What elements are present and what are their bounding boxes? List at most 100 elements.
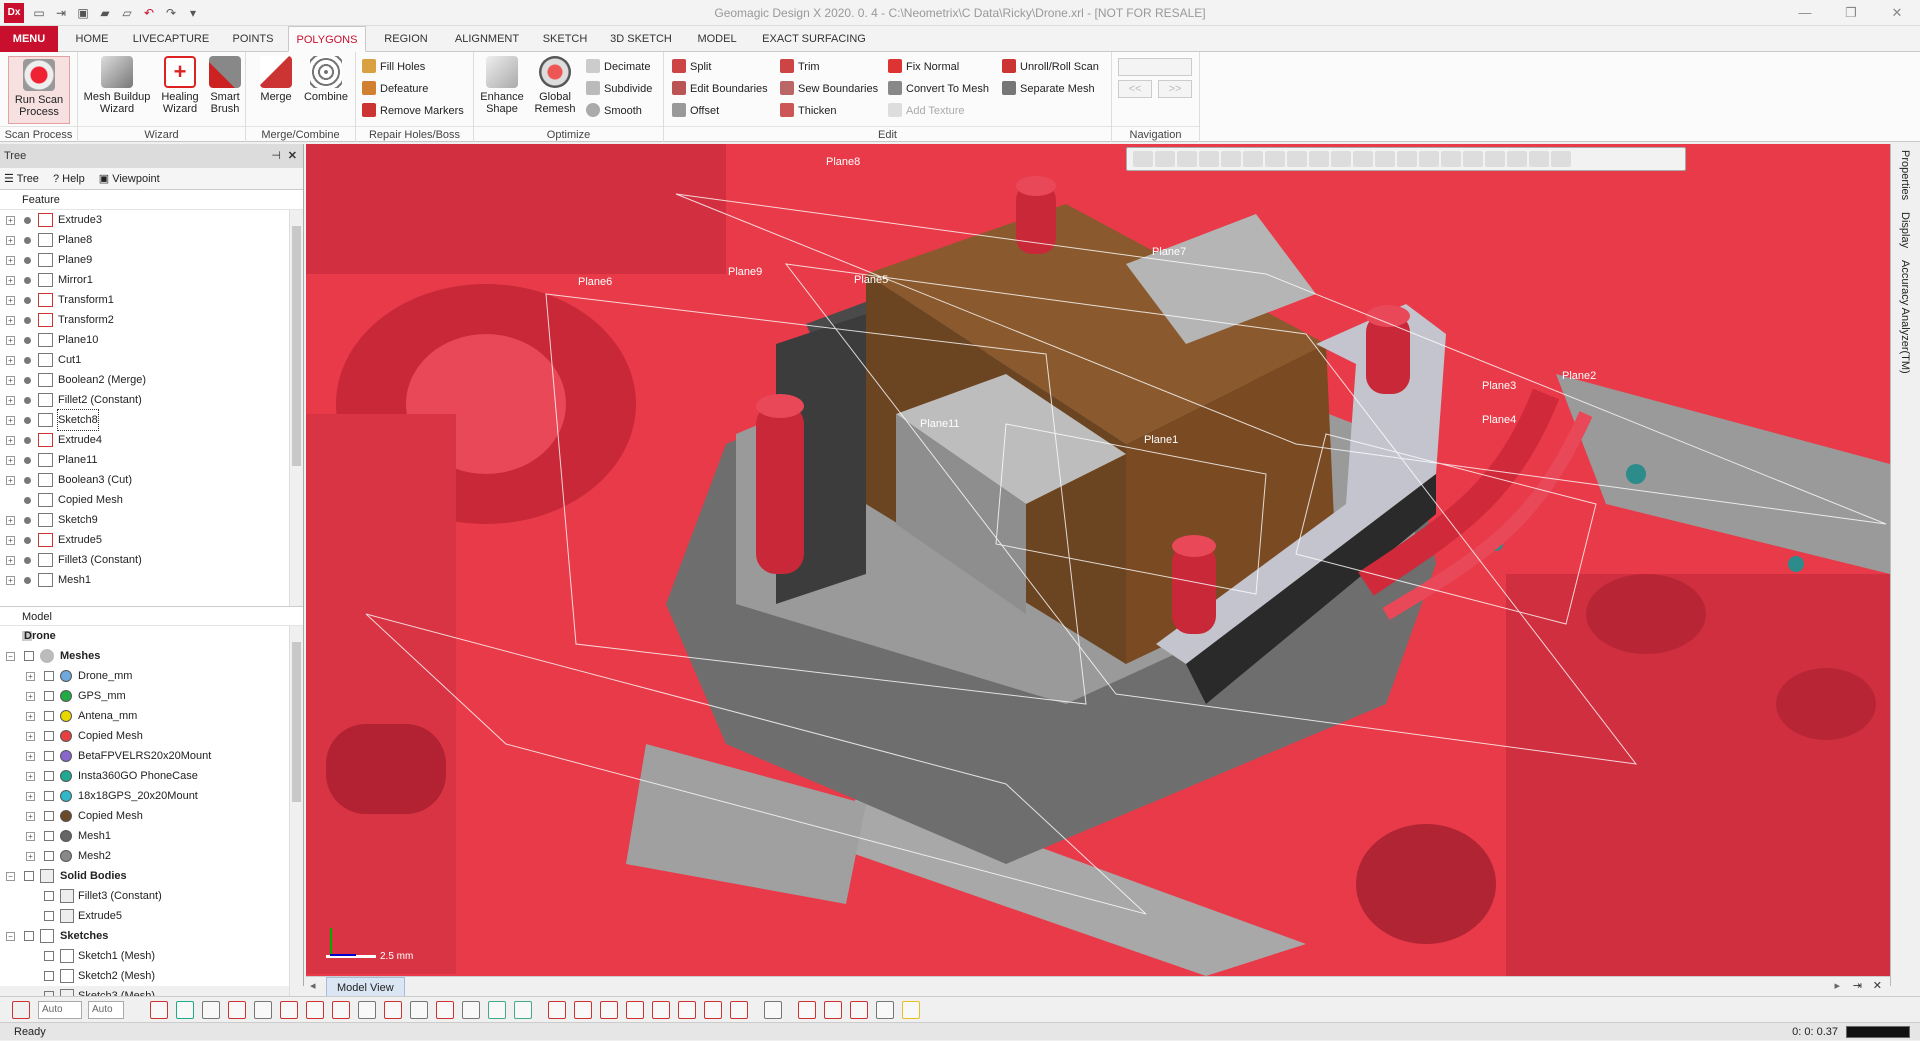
select-flood-icon[interactable] <box>1463 151 1483 167</box>
select-freehand-icon[interactable] <box>1419 151 1439 167</box>
close-icon[interactable]: ✕ <box>1874 0 1920 26</box>
mesh-row[interactable]: + Copied Mesh <box>0 806 303 826</box>
fit-view-icon[interactable] <box>730 1001 748 1019</box>
back-view-icon[interactable] <box>574 1001 592 1019</box>
visibility-icon[interactable] <box>24 257 31 264</box>
3d-viewport[interactable]: Plane8 Plane9 Plane6 Plane5 Plane7 Plane… <box>306 144 1890 976</box>
global-remesh-button[interactable]: Global Remesh <box>530 56 580 115</box>
visibility-icon[interactable] <box>24 377 31 384</box>
close-view-icon[interactable]: ✕ <box>1873 979 1882 992</box>
visibility-checkbox[interactable] <box>44 831 54 841</box>
new-icon[interactable]: ▭ <box>30 4 48 22</box>
visibility-checkbox[interactable] <box>44 851 54 861</box>
visibility-icon[interactable] <box>24 357 31 364</box>
tab-points[interactable]: POINTS <box>222 26 284 52</box>
tab-sketch[interactable]: SKETCH <box>534 26 596 52</box>
feature-row[interactable]: + Plane8 <box>0 230 303 250</box>
sketch-row[interactable]: Sketch1 (Mesh) <box>0 946 303 966</box>
next-view-icon[interactable]: ⇥ <box>1853 979 1862 992</box>
solid-body-row[interactable]: Fillet3 (Constant) <box>0 886 303 906</box>
remove-markers-button[interactable]: Remove Markers <box>362 102 464 120</box>
expand-icon[interactable]: + <box>26 832 35 841</box>
feature-row[interactable]: + Plane11 <box>0 450 303 470</box>
feature-row[interactable]: + Fillet2 (Constant) <box>0 390 303 410</box>
view-left-icon[interactable] <box>1243 151 1263 167</box>
feature-row[interactable]: + Sketch8 <box>0 409 303 431</box>
ref-vector-view-icon[interactable] <box>306 1001 324 1019</box>
expand-icon[interactable]: + <box>6 216 15 225</box>
chevron-right-icon[interactable]: ▸ <box>1834 979 1840 992</box>
feature-row[interactable]: + Mirror1 <box>0 270 303 290</box>
select-through-icon[interactable] <box>1529 151 1549 167</box>
view-top-icon[interactable] <box>1287 151 1307 167</box>
expand-icon[interactable]: + <box>6 356 15 365</box>
visibility-checkbox[interactable] <box>44 731 54 741</box>
expand-icon[interactable]: + <box>26 792 35 801</box>
nav-next-button[interactable]: >> <box>1158 80 1192 98</box>
filter-combo[interactable]: Auto <box>38 1001 82 1019</box>
minimize-icon[interactable]: — <box>1782 0 1828 26</box>
app-logo[interactable]: Dx <box>4 3 24 23</box>
chevron-left-icon[interactable]: ◂ <box>310 979 316 992</box>
ref-cs-view-icon[interactable] <box>358 1001 376 1019</box>
subdivide-button[interactable]: Subdivide <box>586 80 652 98</box>
view-iso-icon[interactable] <box>1331 151 1351 167</box>
visibility-icon[interactable] <box>24 557 31 564</box>
tab-display[interactable]: Display <box>1899 206 1911 254</box>
iso-view-icon[interactable] <box>704 1001 722 1019</box>
expand-icon[interactable]: + <box>6 316 15 325</box>
top-view-icon[interactable] <box>652 1001 670 1019</box>
tab-livecapture[interactable]: LIVECAPTURE <box>126 26 216 52</box>
section-icon[interactable] <box>798 1001 816 1019</box>
collapse-icon[interactable]: − <box>6 932 15 941</box>
layer-icon[interactable] <box>876 1001 894 1019</box>
redo-icon[interactable]: ↷ <box>162 4 180 22</box>
feature-row[interactable]: + Transform2 <box>0 310 303 330</box>
smart-brush-button[interactable]: Smart Brush <box>206 56 244 115</box>
tab-region[interactable]: REGION <box>372 26 440 52</box>
tab-accuracy-analyzer[interactable]: Accuracy Analyzer(TM) <box>1899 254 1911 380</box>
visibility-icon[interactable] <box>24 437 31 444</box>
mesh-row[interactable]: + Antena_mm <box>0 706 303 726</box>
folder-icon[interactable]: ▰ <box>96 4 114 22</box>
expand-icon[interactable]: + <box>26 812 35 821</box>
select-rect-icon[interactable] <box>1353 151 1373 167</box>
view-back-icon[interactable] <box>1221 151 1241 167</box>
add-texture-button[interactable]: Add Texture <box>888 102 965 120</box>
select-polygon-icon[interactable] <box>1397 151 1417 167</box>
thicken-button[interactable]: Thicken <box>780 102 837 120</box>
tab-exact-surfacing[interactable]: EXACT SURFACING <box>754 26 874 52</box>
enhance-shape-button[interactable]: Enhance Shape <box>478 56 526 115</box>
feature-view-icon[interactable] <box>228 1001 246 1019</box>
tab-viewpoint[interactable]: ▣ Viewpoint <box>99 168 160 189</box>
tab-model[interactable]: MODEL <box>686 26 748 52</box>
model-root-row[interactable]: Drone <box>0 626 303 646</box>
surface-view-icon[interactable] <box>384 1001 402 1019</box>
sew-boundaries-button[interactable]: Sew Boundaries <box>780 80 878 98</box>
mesh-view-icon[interactable] <box>150 1001 168 1019</box>
expand-icon[interactable]: + <box>6 276 15 285</box>
smooth-button[interactable]: Smooth <box>586 102 642 120</box>
mesh-row[interactable]: + Copied Mesh <box>0 726 303 746</box>
visibility-icon[interactable] <box>24 237 31 244</box>
deviation-icon[interactable] <box>850 1001 868 1019</box>
expand-icon[interactable]: + <box>26 672 35 681</box>
mesh-row[interactable]: + BetaFPVELRS20x20Mount <box>0 746 303 766</box>
visibility-icon[interactable] <box>24 217 31 224</box>
nav-prev-button[interactable]: << <box>1118 80 1152 98</box>
visibility-icon[interactable] <box>24 517 31 524</box>
view-cube-icon[interactable] <box>1155 151 1175 167</box>
color-icon[interactable] <box>902 1001 920 1019</box>
feature-row[interactable]: + Sketch9 <box>0 510 303 530</box>
visibility-icon[interactable] <box>24 397 31 404</box>
visibility-checkbox[interactable] <box>44 711 54 721</box>
select-all-icon[interactable] <box>1507 151 1527 167</box>
mesh-row[interactable]: + GPS_mm <box>0 686 303 706</box>
tab-tree[interactable]: ☰ Tree <box>4 168 39 189</box>
texture-view-icon[interactable] <box>488 1001 506 1019</box>
mesh-row[interactable]: + Mesh2 <box>0 846 303 866</box>
solid-bodies-group-row[interactable]: − Solid Bodies <box>0 866 303 886</box>
view-mode-icon[interactable] <box>1133 151 1153 167</box>
sketches-group-row[interactable]: − Sketches <box>0 926 303 946</box>
view-right-icon[interactable] <box>1265 151 1285 167</box>
